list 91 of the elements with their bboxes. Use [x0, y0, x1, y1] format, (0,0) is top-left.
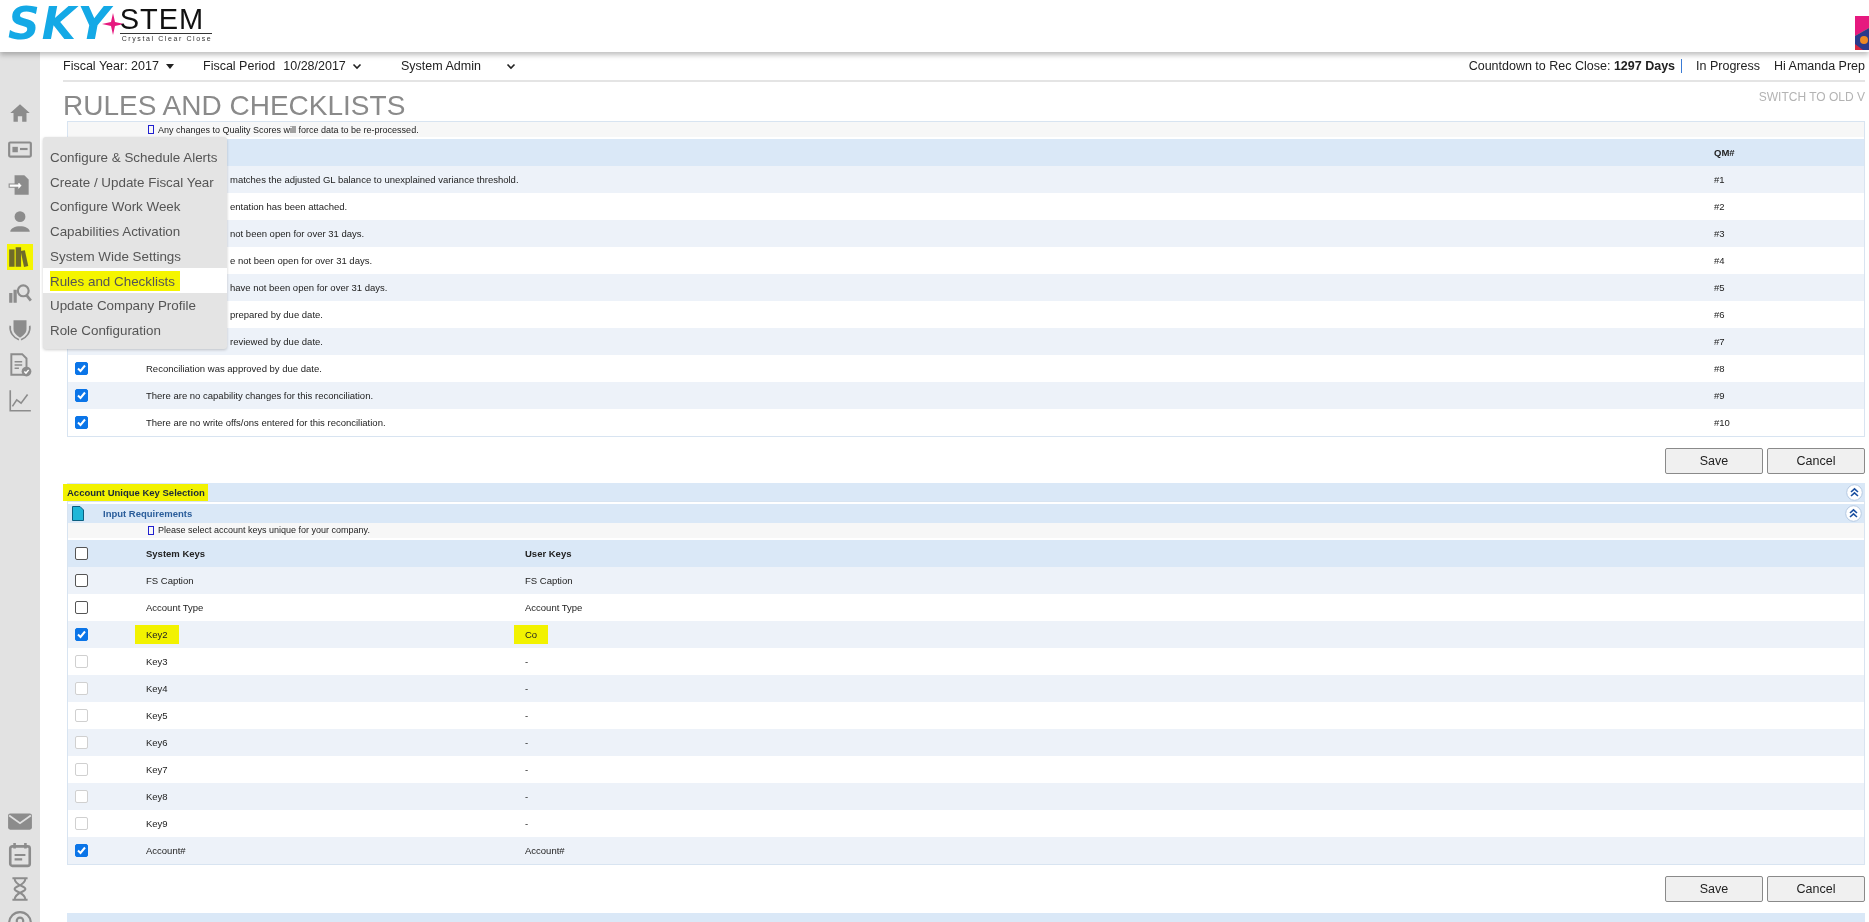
table-cell: reviewed by due date.	[230, 336, 323, 348]
table-cell: have not been open for over 31 days.	[230, 282, 388, 294]
menu-item[interactable]: Configure Work Week	[43, 194, 227, 220]
greeting-text: Hi Amanda Prep	[1773, 58, 1865, 73]
checkbox[interactable]	[75, 416, 88, 430]
table-cell: #9	[1714, 390, 1725, 402]
menu-item[interactable]: System Wide Settings	[43, 243, 227, 269]
table-cell: #1	[1714, 174, 1725, 186]
table-cell: Key8	[146, 790, 168, 802]
table-cell: Key9	[146, 817, 168, 829]
collapse-icon	[1846, 483, 1863, 501]
menu-item[interactable]: Create / Update Fiscal Year	[43, 169, 227, 195]
books-icon[interactable]	[7, 244, 33, 270]
role-dropdown[interactable]: System Admin	[401, 58, 516, 73]
table-cell: matches the adjusted GL balance to unexplained variance threshold.	[230, 174, 519, 186]
table-cell: -	[525, 736, 529, 748]
checkbox[interactable]	[75, 843, 88, 857]
table-cell: FS Caption	[146, 574, 194, 586]
checkbox[interactable]	[75, 600, 88, 614]
table-cell: #4	[1714, 255, 1725, 267]
table-cell: Account#	[525, 844, 565, 856]
table-cell: #7	[1714, 336, 1725, 348]
caret-icon	[164, 61, 175, 70]
subsection-title: Input Requirements	[103, 507, 193, 519]
menu-item[interactable]: Capabilities Activation	[43, 219, 227, 244]
table-cell: prepared by due date.	[230, 309, 323, 321]
table-cell: -	[525, 763, 529, 775]
checkbox[interactable]	[75, 389, 88, 403]
table-cell: There are no write offs/ons entered for this reconciliation.	[146, 417, 386, 429]
checkbox[interactable]	[75, 573, 88, 587]
menu-item[interactable]: Rules and Checklists	[43, 268, 227, 294]
column-header: System Keys	[145, 547, 207, 559]
chevron-down-icon	[351, 61, 362, 70]
table-cell: entation has been attached.	[230, 201, 348, 213]
fiscal-period-dropdown[interactable]: 10/28/2017	[283, 58, 362, 73]
checkbox[interactable]	[75, 362, 88, 376]
table-cell: #5	[1714, 282, 1725, 294]
table-cell: #6	[1714, 309, 1725, 321]
checkbox[interactable]	[75, 627, 88, 641]
cancel-button[interactable]: Cancel	[1767, 448, 1865, 475]
table-cell: #10	[1714, 417, 1730, 429]
note-icon	[148, 125, 154, 135]
document-icon	[72, 505, 84, 521]
table-cell: Account Type	[525, 601, 583, 613]
table-cell: Key4	[146, 682, 168, 694]
column-header: QM#	[1713, 147, 1736, 159]
table-cell: FS Caption	[525, 574, 573, 586]
table-cell: Reconciliation was approved by due date.	[146, 363, 322, 375]
person-icon[interactable]	[7, 208, 33, 234]
section-title: Account Unique Key Selection	[63, 483, 208, 501]
table-cell: -	[525, 655, 529, 667]
checkbox[interactable]	[75, 546, 88, 560]
line-chart-icon[interactable]	[7, 388, 33, 414]
note-icon	[148, 525, 154, 535]
menu-item[interactable]: Configure & Schedule Alerts	[43, 145, 227, 170]
table-cell: There are no capability changes for this reconciliation.	[146, 390, 374, 402]
logo-text: STEM	[119, 5, 206, 33]
page-title: RULES AND CHECKLISTS	[63, 91, 406, 120]
document-check-icon[interactable]	[7, 352, 33, 378]
fiscal-period-label: Fiscal Period	[203, 58, 276, 73]
table-cell: #2	[1714, 201, 1725, 213]
table-cell: not been open for over 31 days.	[230, 228, 365, 240]
chevron-down-icon	[506, 61, 516, 70]
cancel-button[interactable]: Cancel	[1767, 875, 1865, 902]
status-text: In Progress	[1696, 58, 1760, 73]
column-header: User Keys	[524, 547, 573, 559]
table-cell: Account Type	[146, 601, 204, 613]
menu-item[interactable]: Role Configuration	[43, 317, 227, 343]
table-cell: Key2	[135, 624, 179, 644]
calendar-icon[interactable]	[7, 842, 33, 868]
table-cell: Key5	[146, 709, 168, 721]
table-cell: -	[525, 817, 529, 829]
table-cell: Account#	[146, 844, 186, 856]
table-cell: e not been open for over 31 days.	[230, 255, 373, 267]
table-cell: Key3	[146, 655, 168, 667]
table-cell: Key7	[146, 763, 168, 775]
table-cell: Key6	[146, 736, 168, 748]
table-cell: Co	[514, 624, 549, 644]
menu-item[interactable]: Update Company Profile	[43, 293, 227, 318]
logo-text: SKY	[8, 2, 112, 46]
note-text: Please select account keys unique for your company.	[158, 525, 370, 536]
fiscal-year-dropdown[interactable]: Fiscal Year: 2017	[63, 58, 203, 73]
save-button[interactable]: Save	[1665, 448, 1763, 475]
table-cell: -	[525, 709, 529, 721]
save-button[interactable]: Save	[1665, 875, 1763, 902]
table-cell: #3	[1714, 228, 1725, 240]
table-cell: -	[525, 682, 529, 694]
countdown-text: Countdown to Rec Close: 1297 Days	[1468, 58, 1683, 73]
table-cell: -	[525, 790, 529, 802]
table-cell: #8	[1714, 363, 1725, 375]
note-text: Any changes to Quality Scores will force data to be re-processed.	[158, 124, 419, 135]
